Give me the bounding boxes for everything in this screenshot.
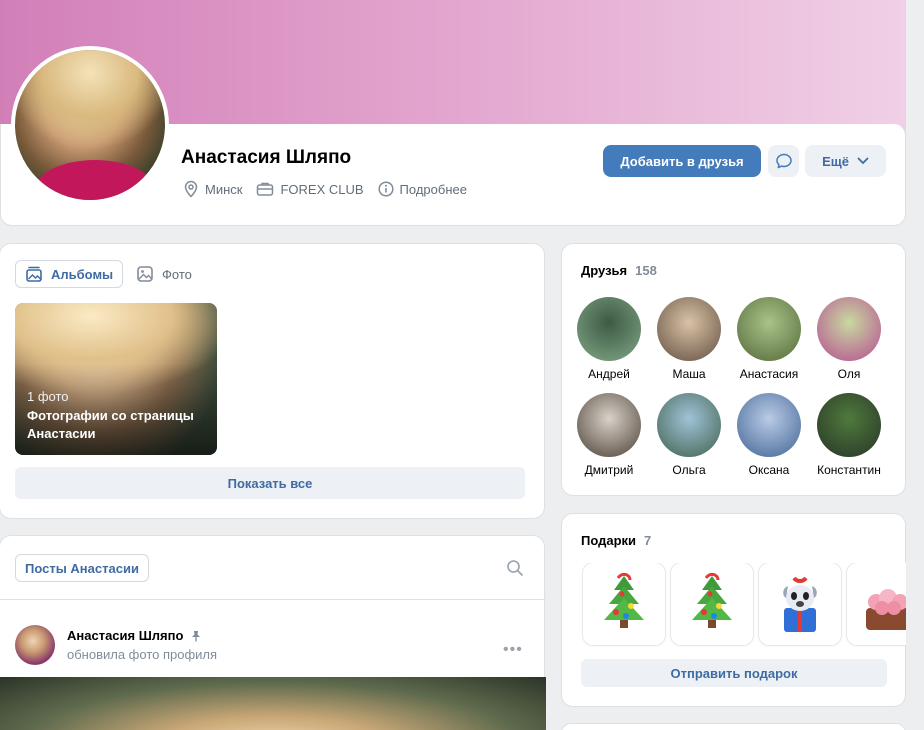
friend-avatar[interactable] [657, 297, 721, 361]
location-pin-icon [184, 180, 198, 198]
post-author-name: Анастасия Шляпо [67, 628, 184, 643]
search-icon[interactable] [506, 559, 524, 577]
next-card [561, 723, 906, 730]
post-subtitle: обновила фото профиля [67, 647, 218, 662]
profile-city-label: Минск [205, 181, 243, 197]
friends-header[interactable]: Друзья 158 [581, 263, 657, 278]
christmas-tree-gift[interactable] [671, 563, 753, 645]
profile-work-label: FOREX CLUB [280, 181, 364, 197]
gifts-card: Подарки 7 Отправить подарок [561, 513, 906, 707]
more-button[interactable]: Ещё [805, 145, 886, 177]
gifts-count: 7 [644, 533, 652, 548]
profile-details-label: Подробнее [399, 181, 467, 197]
gifts-header[interactable]: Подарки 7 [581, 533, 651, 548]
friend-item[interactable]: Андрей [569, 297, 649, 381]
tab-albums[interactable]: Альбомы [15, 260, 124, 288]
album-count: 1 фото [27, 389, 69, 404]
posts-card: Посты Анастасии Анастасия Шляпо обновила… [0, 535, 546, 730]
profile-city[interactable]: Минск [183, 180, 242, 198]
profile-avatar[interactable] [11, 46, 169, 204]
tab-albums-label: Альбомы [51, 266, 114, 282]
christmas-tree-icon [604, 572, 644, 628]
roses-icon [866, 589, 906, 630]
friends-card: Друзья 158 Андрей Маша Анастасия Оля Дмитрий… [561, 243, 906, 496]
dog-in-box-gift[interactable] [759, 563, 841, 645]
christmas-tree-gift[interactable] [583, 563, 665, 645]
profile-details-link[interactable]: Подробнее [377, 180, 467, 198]
info-icon [377, 181, 394, 197]
message-button[interactable] [768, 145, 799, 177]
album-title: Фотографии со страницы Анастасии [27, 408, 194, 441]
gifts-title: Подарки [581, 533, 637, 548]
photos-card: Альбомы Фото 1 фото Фотографии со страни… [0, 243, 545, 519]
friend-name[interactable]: Ольга [649, 463, 729, 477]
chevron-down-icon [857, 157, 869, 165]
post-author-avatar[interactable] [15, 625, 55, 665]
photo-icon [137, 266, 153, 282]
show-all-button[interactable]: Показать все [15, 467, 525, 499]
more-button-label: Ещё [822, 153, 849, 169]
message-bubble-icon [775, 153, 792, 169]
christmas-tree-icon [692, 572, 732, 628]
tab-posts[interactable]: Посты Анастасии [15, 554, 149, 582]
friends-count: 158 [635, 263, 657, 278]
friend-item[interactable]: Ольга [649, 393, 729, 477]
post-author[interactable]: Анастасия Шляпо [67, 628, 201, 643]
profile-work[interactable]: FOREX CLUB [256, 180, 364, 198]
add-friend-button[interactable]: Добавить в друзья [603, 145, 761, 177]
friend-item[interactable]: Маша [649, 297, 729, 381]
page-scrollbar[interactable] [906, 0, 924, 730]
friend-name[interactable]: Дмитрий [569, 463, 649, 477]
friend-name[interactable]: Оксана [729, 463, 809, 477]
dog-gift-icon [783, 576, 817, 632]
post-image[interactable] [0, 677, 546, 730]
profile-meta: Минск FOREX CLUB Подробнее [183, 180, 467, 198]
pin-icon [192, 630, 201, 641]
friend-name[interactable]: Андрей [569, 367, 649, 381]
friend-item[interactable]: Оксана [729, 393, 809, 477]
gift-row [581, 563, 906, 647]
friend-name[interactable]: Анастасия [729, 367, 809, 381]
album-tile[interactable]: 1 фото Фотографии со страницы Анастасии [15, 303, 217, 455]
friend-item[interactable]: Константин [809, 393, 889, 477]
friend-avatar[interactable] [817, 393, 881, 457]
friend-name[interactable]: Константин [809, 463, 889, 477]
tab-photos-label: Фото [162, 266, 192, 282]
friend-item[interactable]: Анастасия [729, 297, 809, 381]
friend-avatar[interactable] [657, 393, 721, 457]
friend-item[interactable]: Оля [809, 297, 889, 381]
friend-name[interactable]: Оля [809, 367, 889, 381]
friend-avatar[interactable] [817, 297, 881, 361]
friend-avatar[interactable] [737, 297, 801, 361]
profile-name: Анастасия Шляпо [181, 147, 352, 168]
friend-item[interactable]: Дмитрий [569, 393, 649, 477]
friend-avatar[interactable] [577, 393, 641, 457]
posts-divider [0, 599, 546, 600]
tab-photos[interactable]: Фото [127, 260, 201, 288]
send-gift-button[interactable]: Отправить подарок [581, 659, 887, 687]
friend-avatar[interactable] [737, 393, 801, 457]
albums-icon [26, 266, 42, 282]
friend-avatar[interactable] [577, 297, 641, 361]
friend-name[interactable]: Маша [649, 367, 729, 381]
rose-box-gift[interactable] [847, 563, 906, 645]
briefcase-icon [257, 182, 274, 196]
more-dots-icon[interactable]: ••• [503, 641, 523, 659]
friends-title: Друзья [581, 263, 628, 278]
